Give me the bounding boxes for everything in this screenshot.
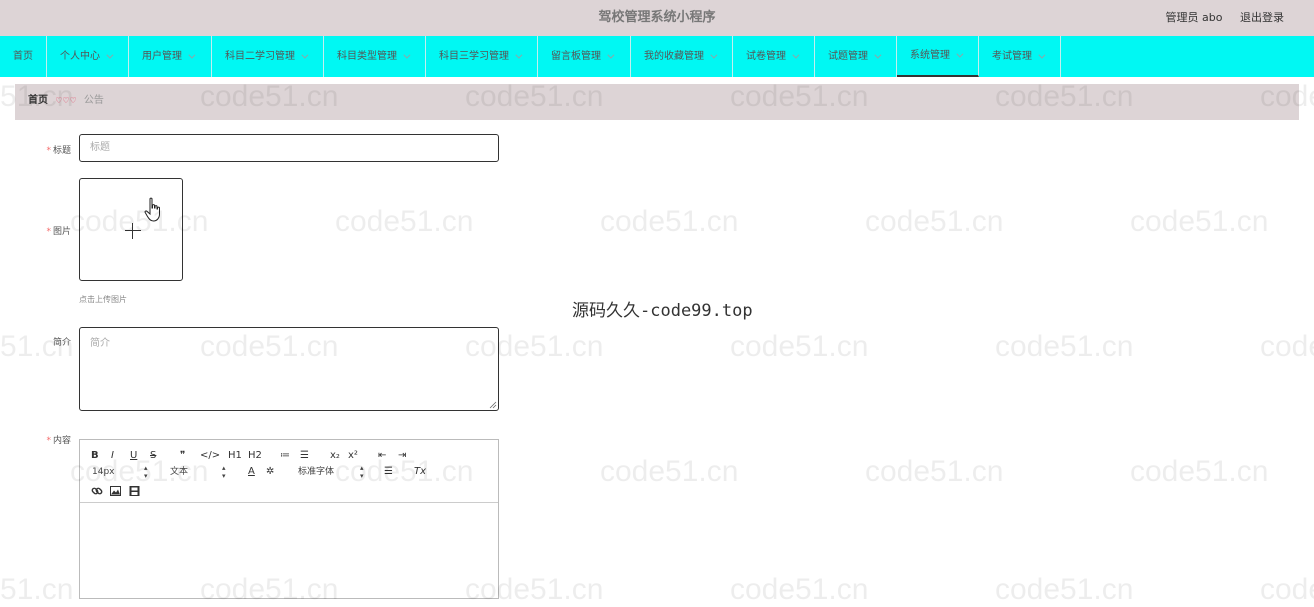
breadcrumb: 首页 ♡♡♡ 公告	[28, 84, 104, 118]
upload-hint: 点击上传图片	[79, 295, 127, 304]
select-arrows-icon: ▴ ▾	[222, 464, 226, 480]
nav-item[interactable]: 首页	[0, 36, 47, 77]
chevron-down-icon	[301, 51, 309, 59]
chevron-down-icon	[874, 51, 882, 59]
chevron-down-icon	[956, 50, 964, 58]
watermark-text: 源码久久-code99.top	[572, 301, 753, 321]
superscript-icon[interactable]: x²	[348, 448, 358, 464]
nav-item[interactable]: 试卷管理	[733, 36, 815, 77]
bullet-list-icon[interactable]: ☰	[300, 448, 309, 464]
nav-item[interactable]: 用户管理	[129, 36, 212, 77]
chevron-down-icon	[515, 51, 523, 59]
intro-placeholder: 简介	[90, 338, 110, 349]
nav-item[interactable]: 系统管理	[897, 36, 979, 77]
nav-item-label: 科目类型管理	[337, 51, 397, 62]
nav-item-label: 系统管理	[910, 50, 950, 61]
breadcrumb-bar: 首页 ♡♡♡ 公告	[15, 84, 1299, 120]
underline-icon[interactable]: U	[130, 448, 137, 464]
intro-textarea[interactable]: 简介	[79, 327, 499, 411]
editor-toolbar-row	[90, 481, 490, 497]
user-area: 管理员 abo 退出登录	[1152, 0, 1284, 36]
title-input[interactable]: 标题	[79, 134, 499, 162]
outdent-icon[interactable]: ⇤	[378, 448, 386, 464]
chevron-down-icon	[188, 51, 196, 59]
chevron-down-icon	[106, 51, 114, 59]
main-nav: 首页 个人中心 用户管理 科目二学习管理 科目类型管理 科目三学习管理 留言板管理 我的收藏管…	[0, 36, 1314, 77]
italic-icon[interactable]: I	[111, 448, 114, 464]
content-label: * 内容	[46, 436, 71, 446]
font-family-select[interactable]: 标准字体 ▴ ▾	[298, 464, 368, 480]
breadcrumb-current: 公告	[83, 95, 104, 106]
subscript-icon[interactable]: x₂	[330, 448, 340, 464]
editor-toolbar-row: B I U S ❞ </> H1 H2 ≔ ☰ x₂ x² ⇤ ⇥	[90, 448, 490, 464]
background-color-icon[interactable]: ✲	[266, 464, 274, 480]
image-upload-button[interactable]	[79, 178, 183, 281]
nav-item[interactable]: 科目二学习管理	[212, 36, 324, 77]
video-icon[interactable]	[129, 483, 140, 499]
plus-icon	[125, 223, 141, 239]
nav-item-label: 我的收藏管理	[644, 51, 704, 62]
font-size-select[interactable]: 14px ▴ ▾	[92, 464, 152, 480]
editor-content-area[interactable]	[80, 503, 498, 599]
nav-item-label: 首页	[13, 51, 33, 62]
nav-item[interactable]: 科目三学习管理	[426, 36, 538, 77]
block-type-select[interactable]: 文本 ▴ ▾	[170, 464, 232, 480]
chevron-down-icon	[710, 51, 718, 59]
nav-item[interactable]: 我的收藏管理	[631, 36, 733, 77]
nav-item-label: 考试管理	[992, 51, 1032, 62]
align-icon[interactable]: ☰	[384, 464, 393, 480]
user-label: 管理员 abo	[1165, 11, 1223, 24]
chevron-down-icon	[792, 51, 800, 59]
editor-toolbar-row: 14px ▴ ▾ 文本 ▴ ▾ A ✲ 标准字体 ▴ ▾ ☰ Tx	[90, 464, 490, 480]
breadcrumb-home[interactable]: 首页	[28, 95, 48, 106]
nav-item-label: 试题管理	[828, 51, 868, 62]
breadcrumb-separator: ♡♡♡	[55, 96, 77, 105]
nav-item[interactable]: 留言板管理	[538, 36, 631, 77]
text-color-icon[interactable]: A	[248, 464, 255, 480]
bold-icon[interactable]: B	[91, 448, 99, 464]
strikethrough-icon[interactable]: S	[150, 448, 156, 464]
nav-item[interactable]: 科目类型管理	[324, 36, 426, 77]
chevron-down-icon	[607, 51, 615, 59]
select-arrows-icon: ▴ ▾	[144, 464, 148, 480]
nav-item[interactable]: 个人中心	[47, 36, 129, 77]
nav-item-label: 留言板管理	[551, 51, 601, 62]
rich-text-editor: B I U S ❞ </> H1 H2 ≔ ☰ x₂ x² ⇤ ⇥ 14px ▴ ▾ 文本 ▴ ▾ A ✲ 标…	[79, 439, 499, 599]
select-arrows-icon: ▴ ▾	[360, 464, 364, 480]
app-title: 驾校管理系统小程序	[598, 10, 716, 25]
intro-label: 简介	[52, 338, 71, 348]
nav-item[interactable]: 考试管理	[979, 36, 1061, 77]
heading2-icon[interactable]: H2	[248, 448, 262, 464]
nav-item-label: 科目三学习管理	[439, 51, 509, 62]
hand-cursor-icon	[144, 197, 160, 222]
quote-icon[interactable]: ❞	[180, 448, 185, 464]
clear-format-icon[interactable]: Tx	[414, 464, 426, 480]
editor-toolbar: B I U S ❞ </> H1 H2 ≔ ☰ x₂ x² ⇤ ⇥ 14px ▴ ▾ 文本 ▴ ▾ A ✲ 标…	[80, 440, 498, 503]
ordered-list-icon[interactable]: ≔	[280, 448, 290, 464]
nav-item-label: 试卷管理	[746, 51, 786, 62]
chevron-down-icon	[403, 51, 411, 59]
logout-button[interactable]: 退出登录	[1240, 11, 1284, 24]
nav-item-label: 用户管理	[142, 51, 182, 62]
nav-item-label: 个人中心	[60, 51, 100, 62]
nav-item[interactable]: 试题管理	[815, 36, 897, 77]
image-icon[interactable]	[110, 483, 121, 499]
link-icon[interactable]	[91, 483, 103, 499]
heading1-icon[interactable]: H1	[228, 448, 242, 464]
indent-icon[interactable]: ⇥	[398, 448, 406, 464]
chevron-down-icon	[1038, 51, 1046, 59]
resize-handle-icon[interactable]	[489, 401, 497, 409]
title-label: * 标题	[46, 146, 71, 156]
top-bar: 驾校管理系统小程序 管理员 abo 退出登录	[0, 0, 1314, 36]
image-label: * 图片	[46, 227, 71, 237]
nav-item-label: 科目二学习管理	[225, 51, 295, 62]
code-icon[interactable]: </>	[200, 448, 220, 464]
